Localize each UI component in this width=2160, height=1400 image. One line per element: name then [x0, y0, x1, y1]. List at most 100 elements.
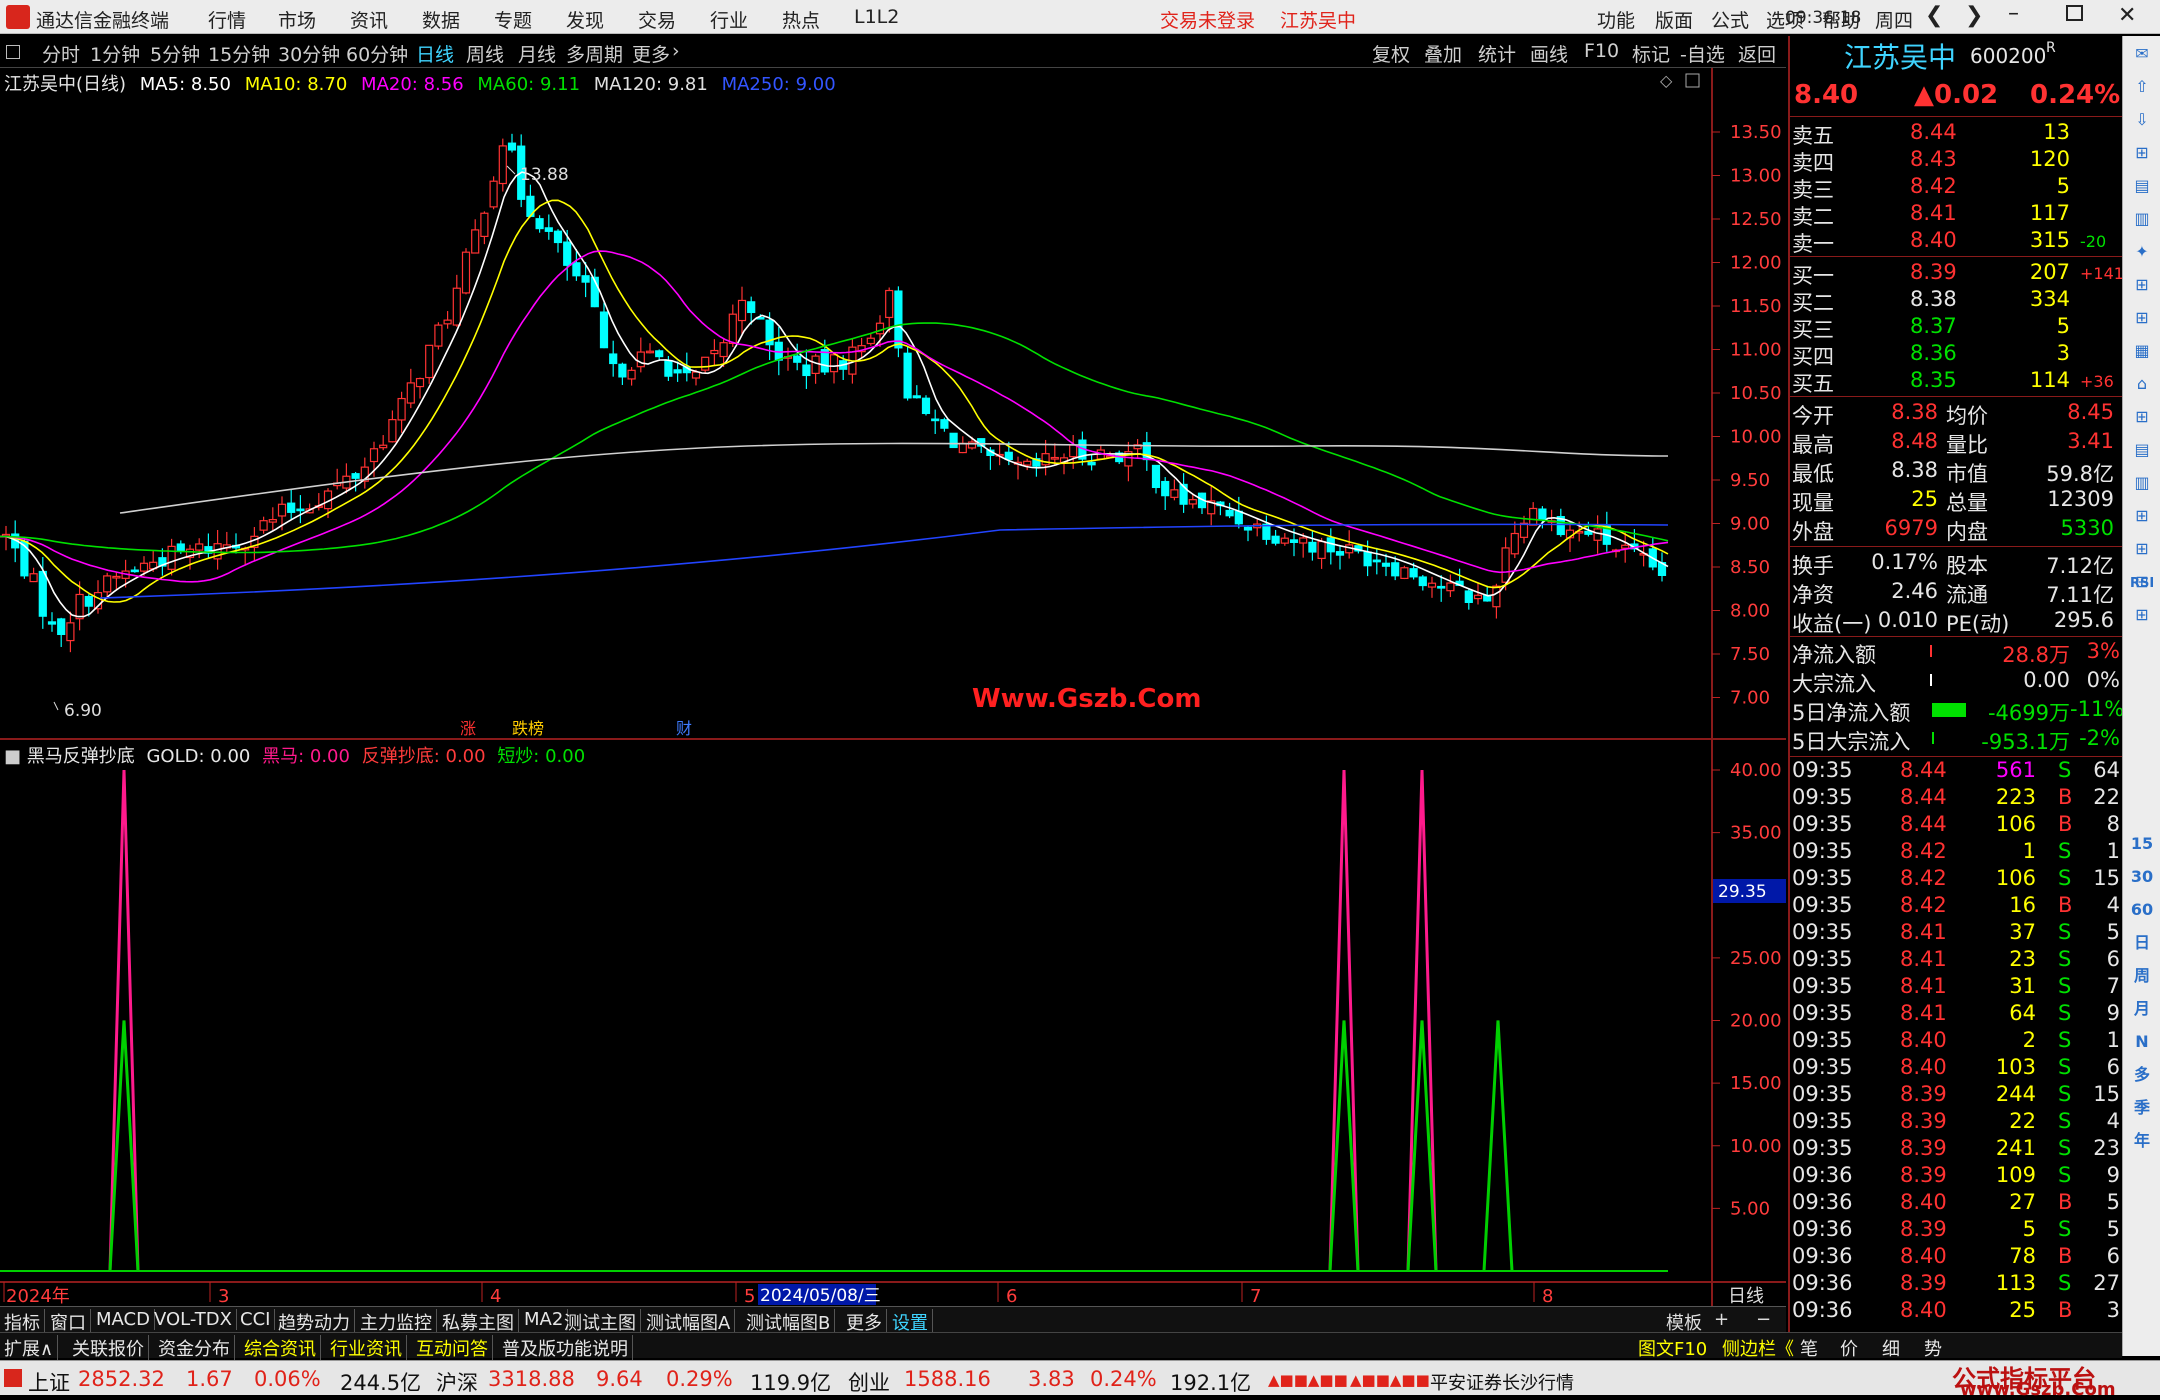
menu-1[interactable]: 市场 [278, 6, 316, 33]
chart-window-icon[interactable] [1685, 73, 1700, 88]
menu-right-3[interactable]: 选项 [1766, 6, 1804, 33]
menu-4[interactable]: 专题 [494, 6, 532, 33]
sidebar-label-3[interactable]: 60 [2130, 898, 2154, 922]
indicator-collapse-icon[interactable]: ■ [4, 746, 21, 767]
bid-price[interactable]: 8.38 [1910, 287, 1957, 311]
template-tab-1[interactable]: + [1714, 1309, 1729, 1330]
sidebar-label-6[interactable]: 月 [2130, 997, 2154, 1021]
bid-price[interactable]: 8.37 [1910, 314, 1957, 338]
info-right-tab-4[interactable]: 细 [1882, 1335, 1900, 1361]
event-badge-0[interactable]: 涨 [460, 719, 476, 738]
template-tab-2[interactable]: − [1756, 1309, 1771, 1330]
menu-2[interactable]: 资讯 [350, 6, 388, 33]
info-tab-0[interactable]: 扩展∧ [4, 1335, 59, 1361]
more-chevron-icon[interactable]: › [672, 40, 680, 62]
spark-icon[interactable]: ✦ [2130, 240, 2154, 264]
grid-icon[interactable]: ⊞ [2130, 141, 2154, 165]
menu-0[interactable]: 行情 [208, 6, 246, 33]
indicator-tab-4[interactable]: CCI [240, 1309, 276, 1330]
home-icon[interactable]: ⌂ [2130, 372, 2154, 396]
trade-status[interactable]: 交易未登录 [1160, 6, 1255, 33]
info-right-tab-2[interactable]: 笔 [1800, 1335, 1818, 1361]
ask-price[interactable]: 8.43 [1910, 147, 1957, 171]
sidebar-label-10[interactable]: 年 [2130, 1129, 2154, 1153]
book-icon[interactable]: ⊞ [2130, 306, 2154, 330]
db-icon[interactable]: ▥ [2130, 471, 2154, 495]
period-tab-3[interactable]: 15分钟 [208, 40, 270, 67]
chart-tool-7[interactable]: 返回 [1738, 40, 1776, 67]
period-tab-2[interactable]: 5分钟 [150, 40, 200, 67]
info-tab-3[interactable]: 综合资讯 [244, 1335, 321, 1361]
info-tab-6[interactable]: 普及版功能说明 [502, 1335, 633, 1361]
sidebar-label-7[interactable]: N [2130, 1030, 2154, 1054]
indicator-tab-3[interactable]: VOL-TDX [154, 1309, 237, 1330]
calendar-icon[interactable]: ⊞ [2130, 405, 2154, 429]
period-tab-10[interactable]: 更多 [632, 40, 670, 67]
menu-8[interactable]: 热点 [782, 6, 820, 33]
cy-label[interactable]: 创业 [848, 1367, 890, 1397]
menu-5[interactable]: 发现 [566, 6, 604, 33]
event-badge-2[interactable]: 财 [676, 719, 692, 738]
settings-icon[interactable]: ⊞ [2130, 603, 2154, 627]
layout-icon[interactable] [6, 45, 20, 59]
event-badge-1[interactable]: 跌榜 [512, 719, 544, 738]
info-right-tab-5[interactable]: 势 [1924, 1335, 1942, 1361]
close-icon[interactable]: ✕ [2118, 3, 2136, 28]
back-arrow-icon[interactable]: ❮ [1925, 3, 1943, 28]
minimize-icon[interactable]: – [2008, 1, 2019, 26]
menu-6[interactable]: 交易 [638, 6, 676, 33]
up-icon[interactable]: ⇧ [2130, 75, 2154, 99]
ask-price[interactable]: 8.42 [1910, 174, 1957, 198]
period-tab-6[interactable]: 日线 [416, 40, 454, 67]
bid-price[interactable]: 8.35 [1910, 368, 1957, 392]
sidebar-label-0[interactable]: RSI [2130, 572, 2154, 596]
sidebar-label-9[interactable]: 季 [2130, 1096, 2154, 1120]
menu-7[interactable]: 行业 [710, 6, 748, 33]
menu-right-4[interactable]: 帮助 [1822, 6, 1860, 33]
list-icon[interactable]: ▤ [2130, 174, 2154, 198]
sidebar-label-8[interactable]: 多 [2130, 1063, 2154, 1087]
down-icon[interactable]: ⇩ [2130, 108, 2154, 132]
chart-tool-5[interactable]: 标记 [1632, 40, 1670, 67]
period-tab-4[interactable]: 30分钟 [278, 40, 340, 67]
menu-right-0[interactable]: 功能 [1597, 6, 1635, 33]
chart-tool-6[interactable]: -自选 [1680, 40, 1725, 67]
period-tab-0[interactable]: 分时 [42, 40, 80, 67]
chart-tool-2[interactable]: 统计 [1478, 40, 1516, 67]
chart-icon[interactable]: ⊞ [2130, 273, 2154, 297]
indicator-tab-2[interactable]: MACD [96, 1309, 155, 1330]
table-icon[interactable]: ▥ [2130, 207, 2154, 231]
period-tab-1[interactable]: 1分钟 [90, 40, 140, 67]
f10-icon[interactable]: ▦ [2130, 339, 2154, 363]
indicator-tab-8[interactable]: MA2 [524, 1309, 569, 1330]
period-tab-9[interactable]: 多周期 [566, 40, 623, 67]
search-icon[interactable]: ⊞ [2130, 537, 2154, 561]
chart-tool-4[interactable]: F10 [1584, 40, 1619, 62]
menu-right-1[interactable]: 版面 [1655, 6, 1693, 33]
sidebar-label-4[interactable]: 日 [2130, 931, 2154, 955]
restore-icon[interactable] [2066, 5, 2083, 21]
menu-3[interactable]: 数据 [422, 6, 460, 33]
sidebar-label-5[interactable]: 周 [2130, 964, 2154, 988]
ask-price[interactable]: 8.41 [1910, 201, 1957, 225]
sidebar-label-1[interactable]: 15 [2130, 832, 2154, 856]
menu-9[interactable]: L1L2 [854, 6, 899, 28]
chart-area[interactable]: 13.50 13.00 12.50 12.00 11.50 11.00 10.50 10.00… [0, 68, 1786, 1306]
info-tab-4[interactable]: 行业资讯 [330, 1335, 407, 1361]
info-right-tab-1[interactable]: 侧边栏《 [1722, 1335, 1794, 1361]
news-icon[interactable]: ⊞ [2130, 504, 2154, 528]
info-right-tab-3[interactable]: 价 [1840, 1335, 1858, 1361]
chart-tool-1[interactable]: 叠加 [1424, 40, 1462, 67]
doc-icon[interactable]: ▤ [2130, 438, 2154, 462]
chart-diamond-icon[interactable]: ◇ [1660, 71, 1673, 90]
sidebar-label-2[interactable]: 30 [2130, 865, 2154, 889]
period-tab-7[interactable]: 周线 [466, 40, 504, 67]
ask-price[interactable]: 8.44 [1910, 120, 1957, 144]
bid-price[interactable]: 8.36 [1910, 341, 1957, 365]
ask-price[interactable]: 8.40 [1910, 228, 1957, 252]
mail-icon[interactable]: ✉ [2130, 42, 2154, 66]
period-tab-5[interactable]: 60分钟 [346, 40, 408, 67]
bid-price[interactable]: 8.39 [1910, 260, 1957, 284]
sh-label[interactable]: 上证 [28, 1367, 70, 1397]
info-right-tab-0[interactable]: 图文F10 [1638, 1335, 1707, 1361]
